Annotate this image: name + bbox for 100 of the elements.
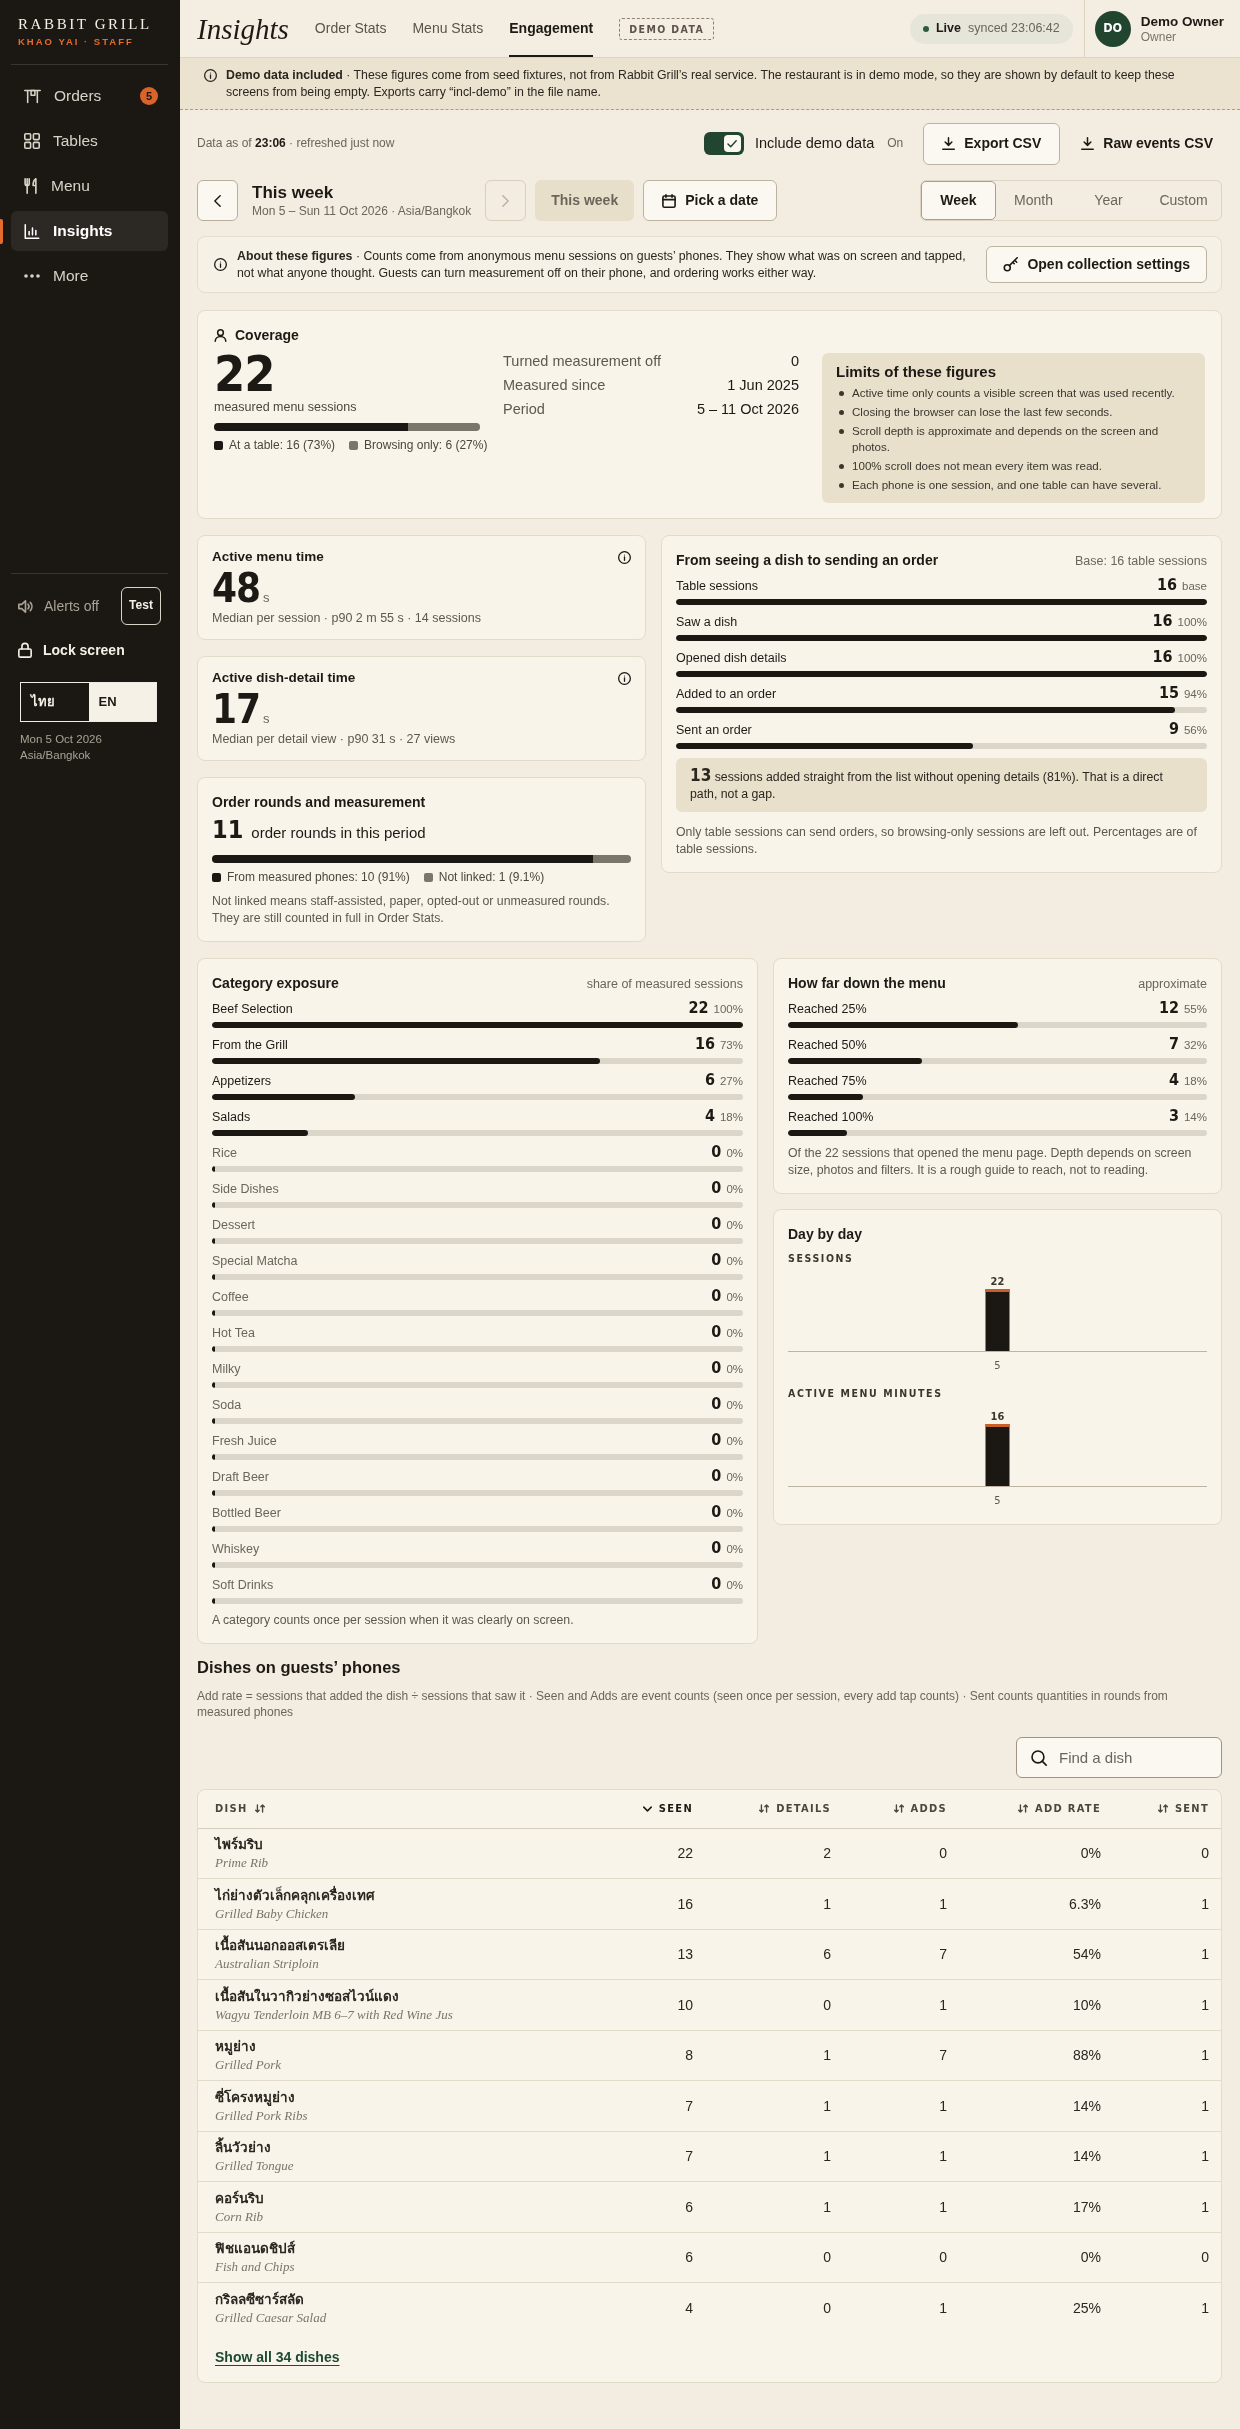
count-value: 0 — [711, 1358, 722, 1378]
count-value: 3 — [1168, 1106, 1179, 1126]
card-title: Category exposure — [212, 974, 339, 993]
stat-label: Period — [503, 400, 545, 419]
sort-icon[interactable] — [254, 1804, 265, 1814]
table-cell: 4 — [561, 2282, 705, 2333]
card-note: Of the 22 sessions that opened the menu page. Depth depends on screen size, photos and filters. It is a rough guide to reach, not to reading. — [788, 1145, 1193, 1179]
range-tab[interactable]: Month — [996, 181, 1071, 220]
table-cell: 1 — [1113, 1979, 1221, 2030]
language-option[interactable]: EN — [88, 683, 156, 721]
info-icon — [618, 550, 631, 564]
language-option[interactable]: ไทย — [21, 683, 89, 721]
search-field[interactable]: Find a dish — [1016, 1737, 1222, 1778]
sort-icon[interactable] — [1157, 1804, 1168, 1814]
bar-top-accent — [985, 1424, 1010, 1427]
date-picker-button[interactable]: Pick a date — [643, 180, 778, 221]
sidebar-item[interactable]: Orders 5 — [11, 76, 168, 116]
count-value: 16 — [1152, 611, 1173, 631]
bar-top-accent — [985, 1289, 1010, 1292]
share-value: 0% — [726, 1578, 743, 1593]
test-button[interactable]: Test — [121, 587, 161, 625]
count-value: 16 — [694, 1034, 715, 1054]
settings-button[interactable]: Open collection settings — [986, 246, 1207, 283]
table-cell: 1 — [705, 2181, 843, 2232]
metric-value: 11 — [212, 814, 244, 846]
card-subtitle: share of measured sessions — [586, 976, 743, 993]
avatar: DO — [1094, 10, 1131, 47]
value-label: 16 — [990, 1410, 1005, 1423]
table-cell: 0 — [1113, 1828, 1221, 1879]
sidebar-item[interactable]: More — [11, 256, 168, 296]
limits-item: 100% scroll does not mean every item was read. — [852, 458, 1103, 474]
count-value: 0 — [711, 1322, 722, 1342]
search-input[interactable]: Find a dish — [1059, 1745, 1207, 1770]
category-label: Fresh Juice — [212, 1433, 277, 1450]
share-value: 100% — [1177, 615, 1207, 630]
sidebar-item[interactable]: Menu — [11, 166, 168, 206]
dish-name: เนื้อสันนอกออสเตรเลีย — [215, 1936, 345, 1956]
table-cell: 6.3% — [959, 1878, 1113, 1929]
table-cell: 8 — [561, 2030, 705, 2081]
nav-tab[interactable]: Menu Stats — [412, 0, 484, 57]
column-header[interactable]: ADD RATE — [959, 1790, 1113, 1828]
table-cell: 6 — [561, 2232, 705, 2283]
dish-name: ไพร์มริบ — [215, 1835, 263, 1855]
status-dot-icon — [922, 25, 929, 32]
share-value: 0% — [726, 1542, 743, 1557]
range-tab[interactable]: Custom — [1146, 181, 1221, 220]
alerts-toggle[interactable]: Alerts off — [11, 596, 99, 616]
person-icon — [214, 328, 227, 342]
period-title: This week — [252, 182, 334, 203]
share-value: 0% — [726, 1254, 743, 1269]
category-label: Draft Beer — [212, 1469, 269, 1486]
chevron-left-icon — [214, 194, 221, 207]
sort-icon[interactable] — [893, 1804, 904, 1814]
selection-marker — [0, 219, 3, 244]
column-header[interactable]: SEEN — [561, 1790, 705, 1828]
dish-name: ลิ้นวัวย่าง — [215, 2138, 271, 2158]
share-value: 0% — [726, 1218, 743, 1233]
download-button[interactable]: Export CSV — [923, 122, 1061, 165]
demo-data-switch[interactable] — [703, 132, 744, 155]
table-cell: 1 — [1113, 2131, 1221, 2182]
nav-tab[interactable]: Order Stats — [314, 0, 387, 57]
table-cell: 0% — [959, 2232, 1113, 2283]
table-cell: 0 — [843, 1828, 959, 1879]
category-label: Special Matcha — [212, 1253, 298, 1270]
count-value: 12 — [1158, 998, 1179, 1018]
dish-english-name: Fish and Chips — [215, 2258, 295, 2276]
column-header[interactable]: SENT — [1113, 1790, 1221, 1828]
sort-icon[interactable] — [1018, 1804, 1029, 1814]
table-cell: 1 — [843, 2181, 959, 2232]
card-title: Active menu time — [212, 548, 324, 566]
table-cell: 22 — [561, 1828, 705, 1879]
check-icon — [727, 139, 738, 148]
card-title: How far down the menu — [788, 974, 946, 993]
column-header[interactable]: DETAILS — [705, 1790, 843, 1828]
sort-icon[interactable] — [759, 1804, 770, 1814]
chart-title: ACTIVE MENU MINUTES — [788, 1386, 943, 1400]
axis-tick-label: 5 — [994, 1359, 1001, 1372]
limits-item: Active time only counts a visible screen that was used recently. — [852, 385, 1175, 401]
chevron-right-icon — [502, 194, 510, 207]
range-tab[interactable]: Week — [921, 181, 996, 220]
sidebar-item[interactable]: Tables — [11, 121, 168, 161]
value-label: 22 — [990, 1275, 1005, 1288]
limits-item: Scroll depth is approximate and depends on the screen and photos. — [852, 423, 1160, 455]
table-cell: 25% — [959, 2282, 1113, 2333]
show-all-link[interactable]: Show all 34 dishes — [215, 2347, 340, 2367]
share-value: 55% — [1183, 1002, 1207, 1017]
download-button[interactable]: Raw events CSV — [1072, 122, 1222, 165]
range-tab[interactable]: Year — [1071, 181, 1146, 220]
stat-value: 0 — [790, 352, 799, 371]
share-value: 14% — [1183, 1110, 1207, 1125]
column-header[interactable]: DISH — [198, 1790, 561, 1828]
count-value: 15 — [1158, 683, 1179, 703]
lock-screen-button[interactable]: Lock screen — [11, 635, 125, 665]
section-title: Dishes on guests’ phones — [197, 1657, 402, 1678]
step-label: Table sessions — [676, 578, 758, 595]
card-note: Not linked means staff-assisted, paper, opted-out or unmeasured rounds. They are still counted in full in Order Stats. — [212, 893, 611, 927]
count-value: 0 — [711, 1430, 722, 1450]
card-title: Order rounds and measurement — [212, 793, 427, 812]
category-label: Soft Drinks — [212, 1577, 274, 1594]
column-header[interactable]: ADDS — [843, 1790, 959, 1828]
